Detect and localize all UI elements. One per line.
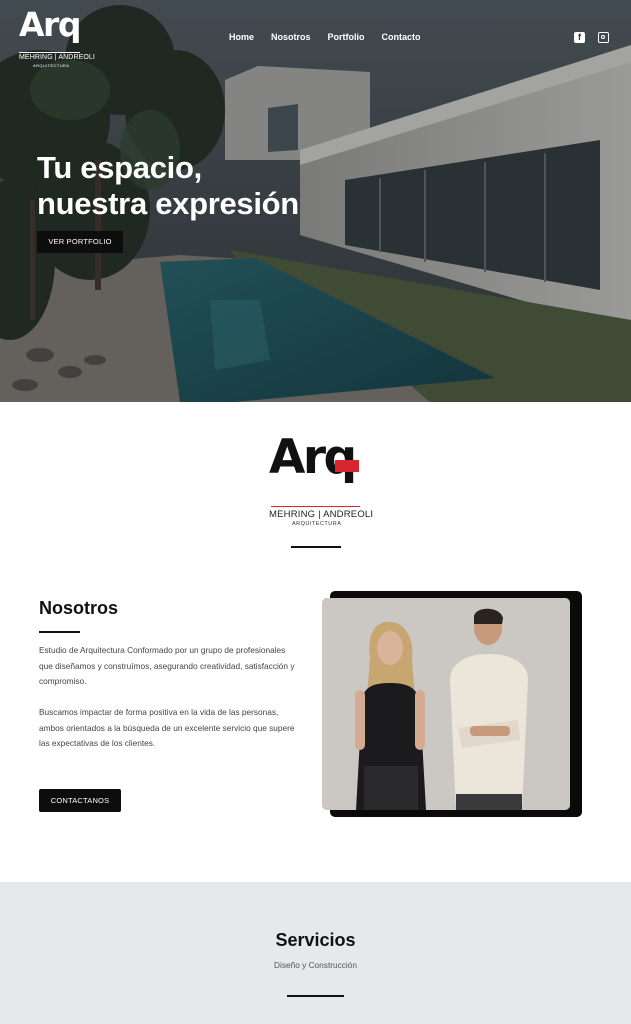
logo-subtitle: ARQUITECTURA (33, 63, 70, 68)
center-logo: Arq MEHRING | ANDREOLI ARQUITECTURA (269, 430, 373, 529)
nosotros-rule (39, 631, 80, 633)
hero-section: Arq MEHRING | ANDREOLI ARQUITECTURA Home… (0, 0, 631, 402)
center-logo-mark: Arq (269, 430, 357, 485)
center-logo-rule (271, 506, 360, 508)
logo-names: MEHRING | ANDREOLI (19, 54, 95, 61)
center-logo-names: MEHRING | ANDREOLI (269, 509, 374, 520)
contactanos-button[interactable]: CONTACTANOS (39, 789, 121, 812)
center-logo-subtitle: ARQUITECTURA (292, 521, 342, 527)
hero-title: Tu espacio, nuestra expresión (37, 150, 299, 222)
hero-title-line2: nuestra expresión (37, 186, 299, 221)
logo-accent-block (335, 460, 359, 472)
nosotros-paragraph-1: Estudio de Arquitectura Conformado por u… (39, 645, 295, 687)
team-photo-illustration (322, 598, 570, 810)
header-logo[interactable]: Arq MEHRING | ANDREOLI ARQUITECTURA (19, 5, 95, 70)
section-divider (291, 546, 341, 548)
nosotros-title: Nosotros (39, 598, 119, 618)
logo-rule (19, 52, 80, 53)
logo-mark: Arq (19, 5, 81, 44)
facebook-icon[interactable]: f (574, 32, 585, 43)
nav-item-nosotros[interactable]: Nosotros (271, 32, 311, 42)
nav-item-portfolio[interactable]: Portfolio (328, 32, 365, 42)
ver-portfolio-button[interactable]: VER PORTFOLIO (37, 231, 123, 253)
servicios-rule (287, 995, 344, 997)
servicios-title: Servicios (275, 930, 356, 950)
team-photo (322, 598, 570, 810)
main-nav: Home Nosotros Portfolio Contacto (229, 32, 438, 42)
nav-item-home[interactable]: Home (229, 32, 254, 42)
servicios-subtitle: Diseño y Construcción (273, 960, 357, 970)
nosotros-paragraph-2: Buscamos impactar de forma positiva en l… (39, 707, 295, 749)
instagram-icon[interactable] (598, 32, 609, 43)
hero-title-line1: Tu espacio, (37, 150, 202, 185)
servicios-section: Servicios Diseño y Construcción (0, 882, 631, 1024)
nav-item-contacto[interactable]: Contacto (382, 32, 421, 42)
